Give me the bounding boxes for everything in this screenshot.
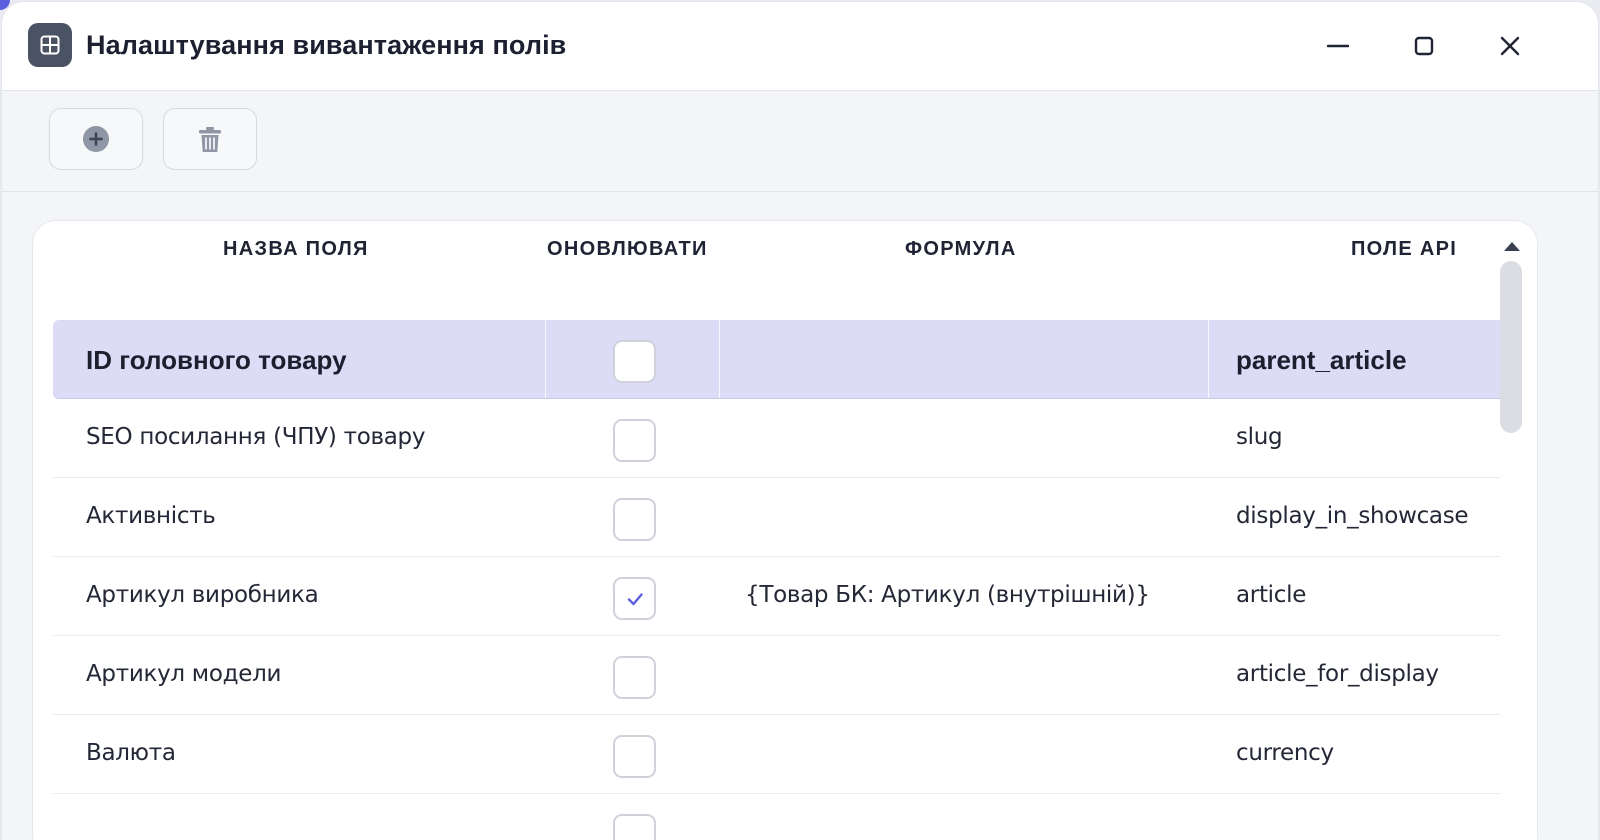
table-body: ID головного товару parent_article SEO п… — [53, 320, 1500, 840]
column-header-name[interactable]: НАЗВА ПОЛЯ — [223, 238, 369, 261]
minimize-button[interactable] — [1320, 28, 1356, 64]
update-checkbox[interactable] — [613, 498, 656, 541]
column-header-api-field[interactable]: ПОЛЕ API — [1351, 238, 1457, 261]
cell-formula[interactable]: {Товар БК: Артикул (внутрішній)} — [745, 582, 1150, 608]
column-separator — [719, 320, 720, 398]
dialog-window: Налаштування вивантаження полів НАЗВА ПО… — [2, 2, 1598, 840]
checkmark-icon — [627, 592, 643, 605]
minimize-icon — [1326, 44, 1350, 48]
table-row-partial[interactable] — [53, 794, 1500, 840]
column-header-formula[interactable]: ФОРМУЛА — [905, 238, 1017, 261]
scrollbar-thumb[interactable] — [1500, 261, 1522, 433]
update-checkbox[interactable] — [613, 656, 656, 699]
update-checkbox[interactable] — [613, 419, 656, 462]
trash-icon — [199, 127, 221, 152]
maximize-icon — [1414, 36, 1434, 56]
add-field-button[interactable] — [49, 108, 143, 170]
cell-api-field: article_for_display — [1236, 661, 1439, 687]
table-row[interactable]: Активність display_in_showcase — [53, 478, 1500, 557]
cell-field-name: SEO посилання (ЧПУ) товару — [86, 424, 426, 450]
maximize-button[interactable] — [1406, 28, 1442, 64]
cell-api-field: display_in_showcase — [1236, 503, 1469, 529]
grid-icon — [28, 23, 72, 67]
table-row[interactable]: ID головного товару parent_article — [53, 320, 1500, 399]
update-checkbox[interactable] — [613, 814, 656, 840]
table-row[interactable]: SEO посилання (ЧПУ) товару slug — [53, 399, 1500, 478]
cell-api-field: currency — [1236, 740, 1334, 766]
cell-field-name: Артикул виробника — [86, 582, 319, 608]
title-bar: Налаштування вивантаження полів — [2, 2, 1598, 91]
fields-table: НАЗВА ПОЛЯ ОНОВЛЮВАТИ ФОРМУЛА ПОЛЕ API I… — [32, 220, 1538, 840]
scroll-up-arrow-icon[interactable] — [1501, 239, 1523, 253]
close-button[interactable] — [1492, 28, 1528, 64]
window-title: Налаштування вивантаження полів — [86, 30, 567, 60]
column-separator — [545, 320, 546, 398]
table-header: НАЗВА ПОЛЯ ОНОВЛЮВАТИ ФОРМУЛА ПОЛЕ API — [33, 221, 1537, 319]
column-header-update[interactable]: ОНОВЛЮВАТИ — [547, 238, 708, 261]
column-separator — [1208, 320, 1209, 398]
cell-field-name: Валюта — [86, 740, 176, 766]
delete-field-button[interactable] — [163, 108, 257, 170]
cell-api-field: article — [1236, 582, 1307, 608]
cell-field-name: Артикул модели — [86, 661, 282, 687]
table-row[interactable]: Артикул модели article_for_display — [53, 636, 1500, 715]
cell-api-field: parent_article — [1236, 345, 1407, 375]
close-icon — [1500, 36, 1520, 56]
plus-circle-icon — [83, 126, 109, 152]
update-checkbox[interactable] — [613, 735, 656, 778]
cell-field-name: Активність — [86, 503, 216, 529]
toolbar — [2, 91, 1598, 192]
update-checkbox[interactable] — [613, 340, 656, 383]
update-checkbox-checked[interactable] — [613, 577, 656, 620]
cell-api-field: slug — [1236, 424, 1283, 450]
table-row[interactable]: Валюта currency — [53, 715, 1500, 794]
cell-field-name: ID головного товару — [86, 345, 347, 375]
table-row[interactable]: Артикул виробника {Товар БК: Артикул (вн… — [53, 557, 1500, 636]
